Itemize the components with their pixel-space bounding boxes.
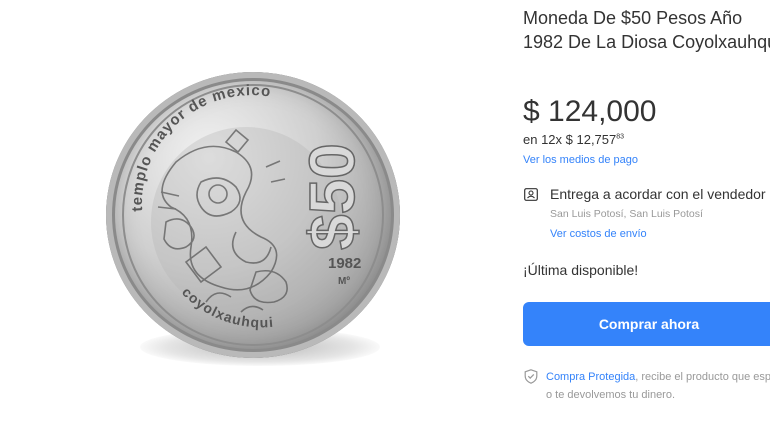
purchase-protection-text: Compra Protegida, recibe el producto que…	[546, 368, 770, 404]
person-card-icon	[524, 188, 538, 201]
shield-check-icon	[524, 369, 538, 384]
coin-denomination: $50	[296, 143, 368, 250]
shipping-location: San Luis Potosí, San Luis Potosí	[550, 208, 703, 220]
purchase-protection-link[interactable]: Compra Protegida	[546, 371, 635, 383]
coin-illustration: templo mayor de mexico coyolxauhqui $50 …	[106, 72, 400, 358]
product-info-panel: Moneda De $50 Pesos Año 1982 De La Diosa…	[521, 0, 770, 423]
product-price: $ 124,000	[523, 95, 657, 128]
shipping-costs-link[interactable]: Ver costos de envío	[550, 228, 647, 240]
product-image[interactable]: templo mayor de mexico coyolxauhqui $50 …	[100, 70, 406, 370]
coin-relief: templo mayor de mexico coyolxauhqui $50 …	[122, 82, 384, 346]
shipping-title: Entrega a acordar con el vendedor	[550, 186, 766, 202]
coin-mint-mark: Mº	[338, 276, 350, 287]
product-image-gallery: templo mayor de mexico coyolxauhqui $50 …	[0, 0, 500, 423]
installments-cents: 83	[616, 133, 625, 141]
coin-year: 1982	[328, 255, 361, 272]
stock-label: ¡Última disponible!	[523, 262, 639, 278]
product-title: Moneda De $50 Pesos Año 1982 De La Diosa…	[523, 8, 770, 52]
installments-amount: en 12x $ 12,757	[523, 132, 617, 147]
installments-text: en 12x $ 12,75783	[523, 132, 624, 147]
payment-methods-link[interactable]: Ver los medios de pago	[523, 154, 638, 166]
buy-now-button[interactable]: Comprar ahora	[523, 302, 770, 346]
